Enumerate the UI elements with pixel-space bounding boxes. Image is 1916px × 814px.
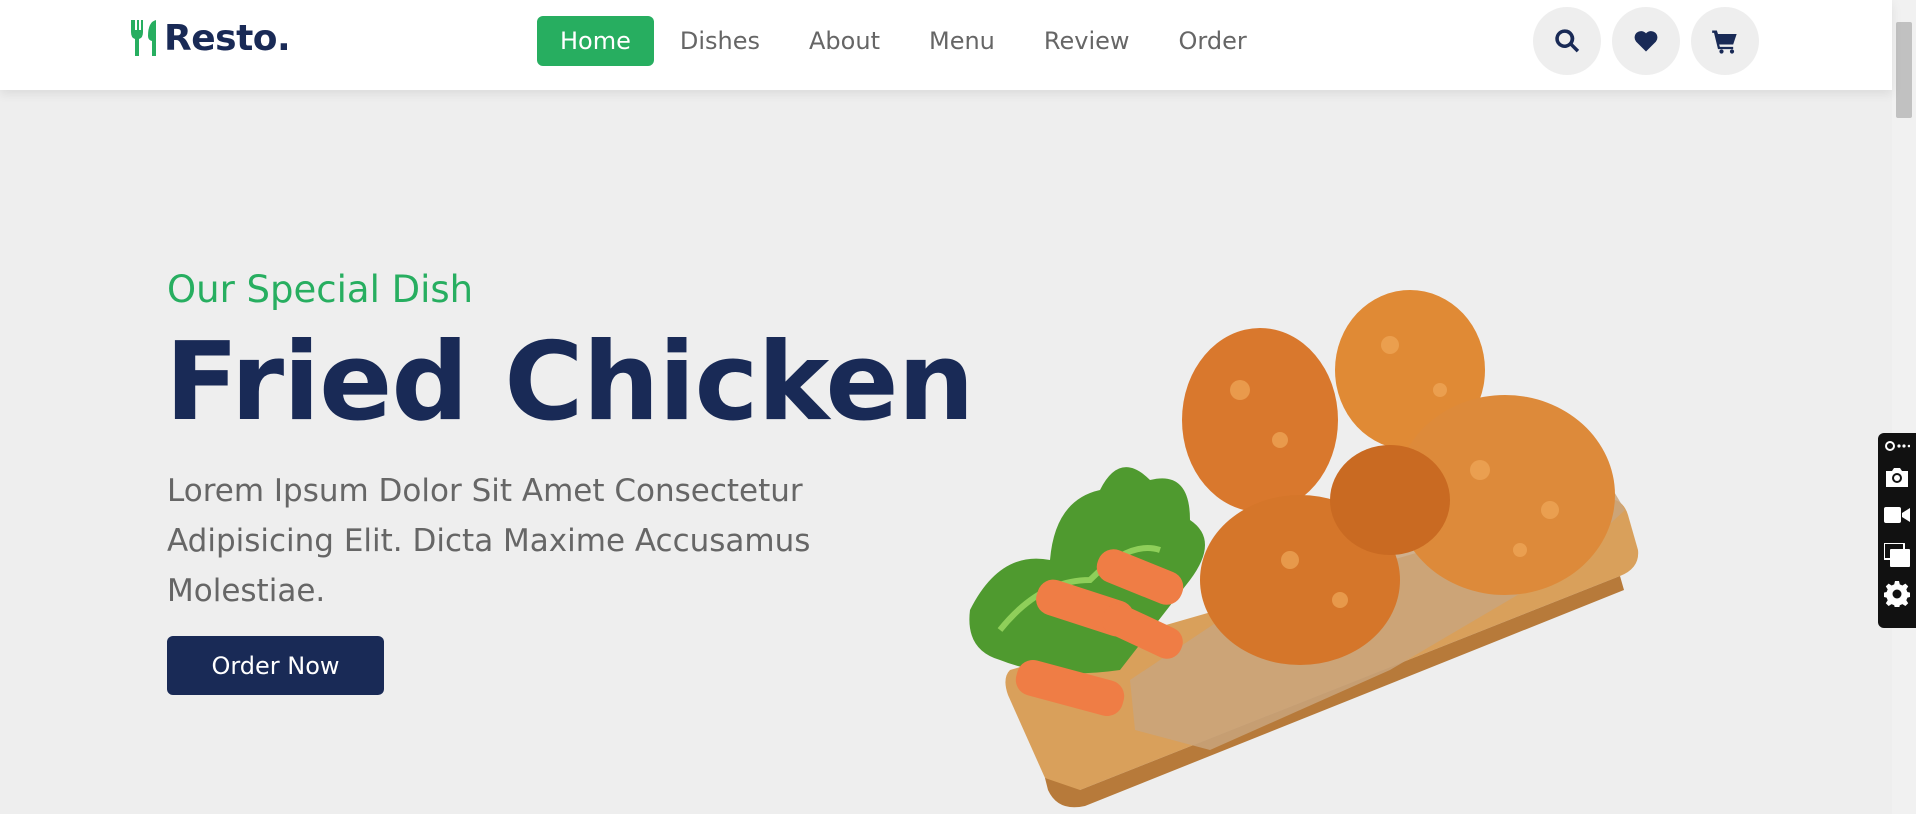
main-nav: Home Dishes About Menu Review Order [537,16,1273,66]
nav-about[interactable]: About [786,16,903,66]
nav-home[interactable]: Home [537,16,654,66]
nav-menu[interactable]: Menu [906,16,1018,66]
search-icon [1555,29,1580,53]
extension-toolbar [1878,433,1916,628]
order-now-button[interactable]: Order Now [167,636,384,695]
logo-text: Resto. [164,17,291,59]
cart-button[interactable] [1691,7,1759,75]
hero-title: Fried Chicken [165,320,975,445]
wishlist-button[interactable] [1612,7,1680,75]
windows-icon[interactable] [1884,543,1910,567]
site-header: Resto. Home Dishes About Menu Review Ord… [0,0,1892,90]
scrollbar-thumb[interactable] [1896,22,1912,118]
camera-icon[interactable] [1884,465,1910,489]
video-icon[interactable] [1884,505,1910,525]
nav-dishes[interactable]: Dishes [657,16,783,66]
nav-order[interactable]: Order [1156,16,1270,66]
hero-subtitle: Our Special Dish [167,268,474,311]
logo[interactable]: Resto. [128,17,291,59]
fried-chicken-image [969,290,1639,808]
link-more-icon[interactable] [1884,439,1910,453]
cart-icon [1712,30,1737,54]
hero-section: Our Special Dish Fried Chicken Lorem Ips… [0,90,1892,814]
utensils-icon [131,20,156,56]
hero-description: Lorem Ipsum Dolor Sit Amet Consectetur A… [167,473,811,609]
heart-icon [1634,31,1658,52]
settings-icon[interactable] [1884,581,1910,607]
search-button[interactable] [1533,7,1601,75]
header-icons [1533,7,1770,75]
page-scrollbar[interactable] [1892,0,1916,814]
nav-review[interactable]: Review [1021,16,1153,66]
